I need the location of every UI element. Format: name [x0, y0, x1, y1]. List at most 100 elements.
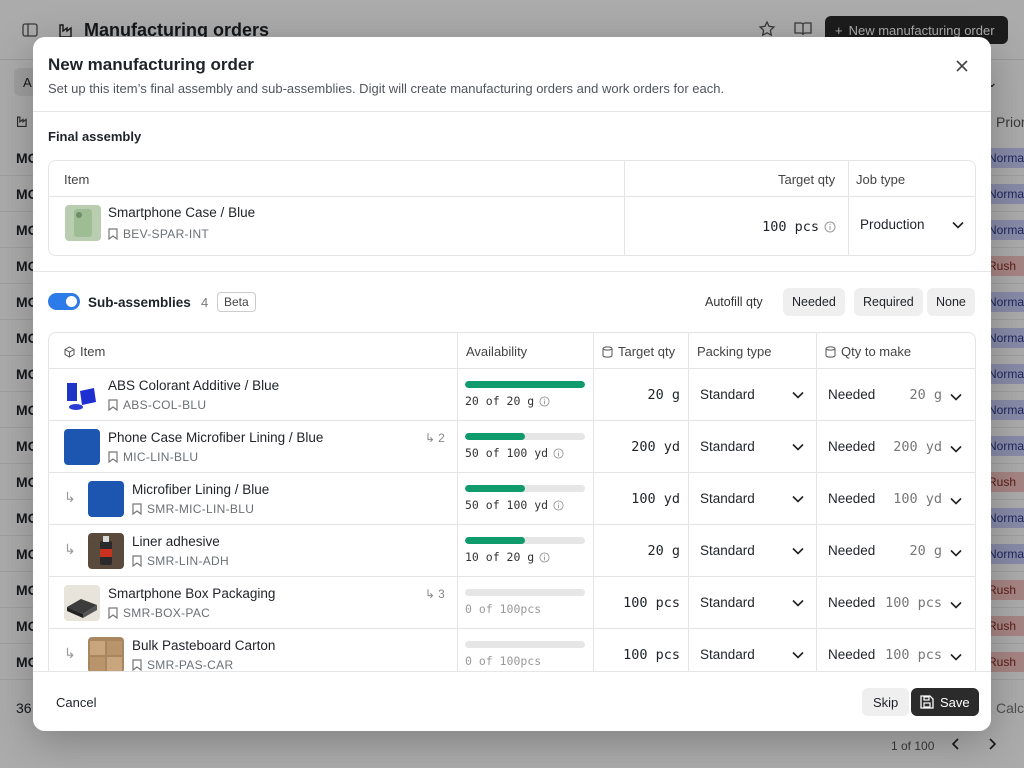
qty-to-make-dropdown[interactable]	[950, 596, 962, 614]
autofill-none-button[interactable]: None	[927, 288, 975, 316]
sub-assemblies-toggle[interactable]	[48, 293, 80, 310]
sub-target-qty[interactable]: 100 pcs	[597, 647, 680, 663]
save-icon	[920, 695, 934, 709]
qty-to-make-dropdown[interactable]	[950, 388, 962, 406]
column-header-job-type: Job type	[856, 172, 906, 187]
cube-icon	[64, 345, 75, 358]
child-arrow-icon: ↳	[64, 489, 76, 505]
info-icon[interactable]	[539, 551, 550, 563]
sub-target-qty[interactable]: 20 g	[597, 387, 680, 403]
sub-item-sku: ABS-COL-BLU	[108, 398, 206, 412]
bookmark-icon	[132, 503, 142, 515]
qty-to-make-dropdown[interactable]	[950, 492, 962, 510]
packing-type-select[interactable]: Standard	[700, 647, 804, 662]
qty-to-make-value[interactable]: 20 g	[885, 387, 942, 403]
chevron-down-icon	[950, 393, 962, 401]
qty-to-make-mode[interactable]: Needed	[828, 439, 875, 454]
packing-type-select[interactable]: Standard	[700, 439, 804, 454]
chevron-down-icon	[950, 497, 962, 505]
branch-icon: ↳	[425, 431, 436, 445]
chevron-down-icon	[792, 391, 804, 399]
sub-item-sku: SMR-PAS-CAR	[132, 658, 233, 672]
sub-item-name: Bulk Pasteboard Carton	[132, 638, 276, 653]
qty-to-make-dropdown[interactable]	[950, 440, 962, 458]
qty-to-make-dropdown[interactable]	[950, 648, 962, 666]
qty-to-make-mode[interactable]: Needed	[828, 543, 875, 558]
dialog-footer: Cancel Skip Save	[33, 671, 991, 731]
column-header-packing-type: Packing type	[697, 344, 772, 359]
info-icon[interactable]	[553, 447, 564, 459]
chevron-down-icon	[792, 443, 804, 451]
qty-to-make-mode[interactable]: Needed	[828, 647, 875, 662]
info-icon[interactable]	[824, 221, 836, 233]
qty-to-make-mode[interactable]: Needed	[828, 595, 875, 610]
info-icon[interactable]	[553, 499, 564, 511]
packing-type-select[interactable]: Standard	[700, 387, 804, 402]
bookmark-icon	[132, 555, 142, 567]
column-header-item: Item	[64, 172, 90, 187]
sub-item-sku: SMR-BOX-PAC	[108, 606, 210, 620]
sub-assembly-row: ABS Colorant Additive / Blue ABS-COL-BLU 2…	[49, 369, 975, 421]
sub-assembly-row: Smartphone Box Packaging SMR-BOX-PAC ↳ 3 0 o…	[49, 577, 975, 629]
branch-icon: ↳	[425, 587, 436, 601]
chevron-down-icon	[792, 599, 804, 607]
qty-to-make-mode[interactable]: Needed	[828, 387, 875, 402]
packing-type-select[interactable]: Standard	[700, 491, 804, 506]
sub-assembly-row: ↳ Liner adhesive SMR-LIN-ADH 10 of 20 g 20 g…	[49, 525, 975, 577]
availability-text: 50 of 100 yd	[465, 498, 564, 512]
column-header-target-qty: Target qty	[602, 344, 675, 359]
chevron-down-icon	[792, 651, 804, 659]
packing-type-select[interactable]: Standard	[700, 543, 804, 558]
sub-target-qty[interactable]: 100 pcs	[597, 595, 680, 611]
availability-text: 10 of 20 g	[465, 550, 550, 564]
final-assembly-label: Final assembly	[48, 129, 142, 144]
final-item-sku: BEV-SPAR-INT	[108, 227, 209, 241]
availability-bar	[465, 537, 585, 544]
column-header-target-qty: Target qty	[778, 172, 836, 187]
sub-assemblies-count: 4	[201, 295, 209, 310]
sub-assembly-count[interactable]: ↳ 2	[425, 431, 445, 445]
qty-to-make-mode[interactable]: Needed	[828, 491, 875, 506]
final-assembly-table: Item Target qty Job type Smartphone Case…	[48, 160, 976, 256]
qty-to-make-dropdown[interactable]	[950, 544, 962, 562]
info-icon[interactable]	[539, 395, 550, 407]
sub-assemblies-label: Sub-assemblies	[88, 295, 191, 310]
qty-to-make-value[interactable]: 100 pcs	[885, 595, 942, 611]
bookmark-icon	[108, 399, 118, 411]
sub-item-name: Smartphone Box Packaging	[108, 586, 276, 601]
sub-target-qty[interactable]: 200 yd	[597, 439, 680, 455]
sub-assembly-count[interactable]: ↳ 3	[425, 587, 445, 601]
chevron-down-icon	[950, 445, 962, 453]
product-thumbnail	[64, 429, 100, 465]
divider	[33, 271, 991, 272]
qty-to-make-value[interactable]: 20 g	[885, 543, 942, 559]
availability-text: 50 of 100 yd	[465, 446, 564, 460]
packing-type-select[interactable]: Standard	[700, 595, 804, 610]
qty-to-make-value[interactable]: 100 yd	[885, 491, 942, 507]
job-type-select[interactable]: Production	[860, 217, 964, 232]
database-icon	[602, 345, 613, 358]
product-thumbnail	[64, 585, 100, 621]
qty-to-make-value[interactable]: 200 yd	[885, 439, 942, 455]
skip-button[interactable]: Skip	[862, 688, 910, 716]
database-icon	[825, 345, 836, 358]
autofill-needed-button[interactable]: Needed	[783, 288, 845, 316]
chevron-down-icon	[950, 601, 962, 609]
final-target-qty[interactable]: 100 pcs	[749, 219, 819, 235]
chevron-down-icon	[792, 495, 804, 503]
sub-item-sku: MIC-LIN-BLU	[108, 450, 198, 464]
sub-target-qty[interactable]: 100 yd	[597, 491, 680, 507]
autofill-required-button[interactable]: Required	[854, 288, 923, 316]
cancel-button[interactable]: Cancel	[56, 695, 96, 710]
new-manufacturing-order-dialog: New manufacturing order Set up this item…	[33, 37, 991, 731]
availability-text: 0 of 100pcs	[465, 654, 542, 668]
sub-item-name: Liner adhesive	[132, 534, 220, 549]
availability-bar	[465, 589, 585, 596]
column-header-availability: Availability	[466, 344, 528, 359]
close-icon[interactable]	[953, 57, 971, 75]
save-button[interactable]: Save	[911, 688, 979, 716]
beta-badge: Beta	[217, 292, 256, 312]
sub-target-qty[interactable]: 20 g	[597, 543, 680, 559]
qty-to-make-value[interactable]: 100 pcs	[885, 647, 942, 663]
divider	[33, 111, 991, 112]
